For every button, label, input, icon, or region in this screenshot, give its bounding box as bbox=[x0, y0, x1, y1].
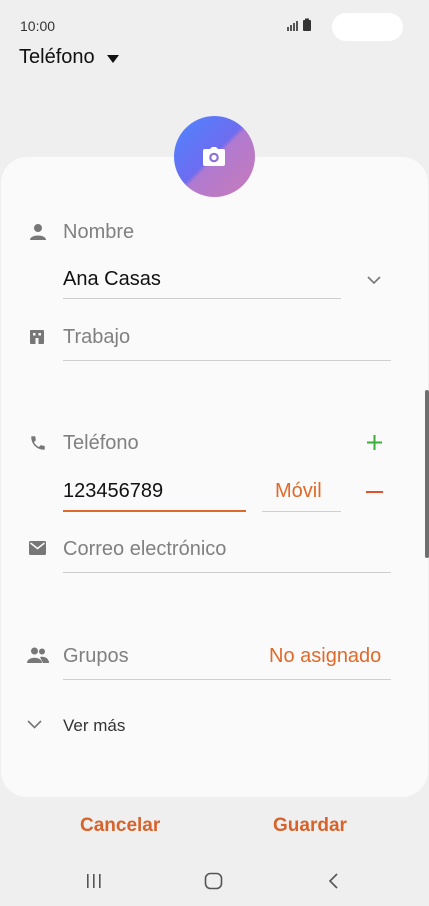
phone-type-underline bbox=[262, 511, 341, 512]
save-button[interactable]: Guardar bbox=[273, 815, 347, 837]
recent-apps-icon[interactable] bbox=[86, 873, 102, 889]
contact-form-card bbox=[1, 157, 428, 797]
email-input[interactable]: Correo electrónico bbox=[63, 538, 226, 561]
chevron-down-icon bbox=[27, 720, 42, 729]
system-navigation-bar bbox=[0, 866, 429, 896]
phone-label: Teléfono bbox=[63, 432, 139, 454]
status-time: 10:00 bbox=[20, 18, 56, 34]
email-underline bbox=[63, 572, 391, 573]
back-icon[interactable] bbox=[327, 873, 339, 889]
status-pill bbox=[332, 13, 403, 41]
scrollbar[interactable] bbox=[425, 390, 429, 558]
email-icon bbox=[29, 541, 46, 555]
expand-name-chevron-icon[interactable] bbox=[366, 274, 382, 286]
add-phone-plus-icon[interactable] bbox=[366, 434, 383, 451]
contact-photo-button[interactable] bbox=[174, 116, 255, 197]
status-bar: 10:00 bbox=[0, 0, 429, 41]
show-more-label: Ver más bbox=[63, 716, 126, 735]
camera-icon bbox=[203, 147, 225, 166]
name-underline bbox=[63, 298, 341, 299]
phone-type-selector[interactable]: Móvil bbox=[275, 480, 322, 503]
show-more-button[interactable]: Ver más bbox=[26, 714, 146, 740]
building-icon bbox=[30, 330, 44, 344]
work-input[interactable]: Trabajo bbox=[63, 326, 130, 349]
phone-icon bbox=[31, 436, 45, 450]
remove-phone-minus-icon[interactable] bbox=[366, 491, 383, 494]
person-icon bbox=[30, 224, 46, 240]
account-label: Teléfono bbox=[19, 46, 95, 68]
groups-label: Grupos bbox=[63, 645, 129, 667]
groups-underline bbox=[63, 679, 391, 680]
bottom-action-bar: Cancelar Guardar bbox=[0, 815, 429, 845]
cancel-button[interactable]: Cancelar bbox=[80, 815, 160, 837]
work-underline bbox=[63, 360, 391, 361]
account-selector[interactable]: Teléfono bbox=[19, 46, 119, 69]
dropdown-caret-icon bbox=[106, 54, 119, 63]
signal-battery-icon bbox=[287, 18, 311, 31]
name-input[interactable]: Ana Casas bbox=[63, 268, 161, 291]
groups-selector[interactable]: No asignado bbox=[269, 645, 381, 668]
name-label: Nombre bbox=[63, 221, 135, 243]
phone-number-underline bbox=[63, 510, 246, 512]
groups-icon bbox=[27, 647, 49, 663]
phone-number-input[interactable]: 123456789 bbox=[63, 480, 163, 503]
home-icon[interactable] bbox=[204, 872, 223, 890]
